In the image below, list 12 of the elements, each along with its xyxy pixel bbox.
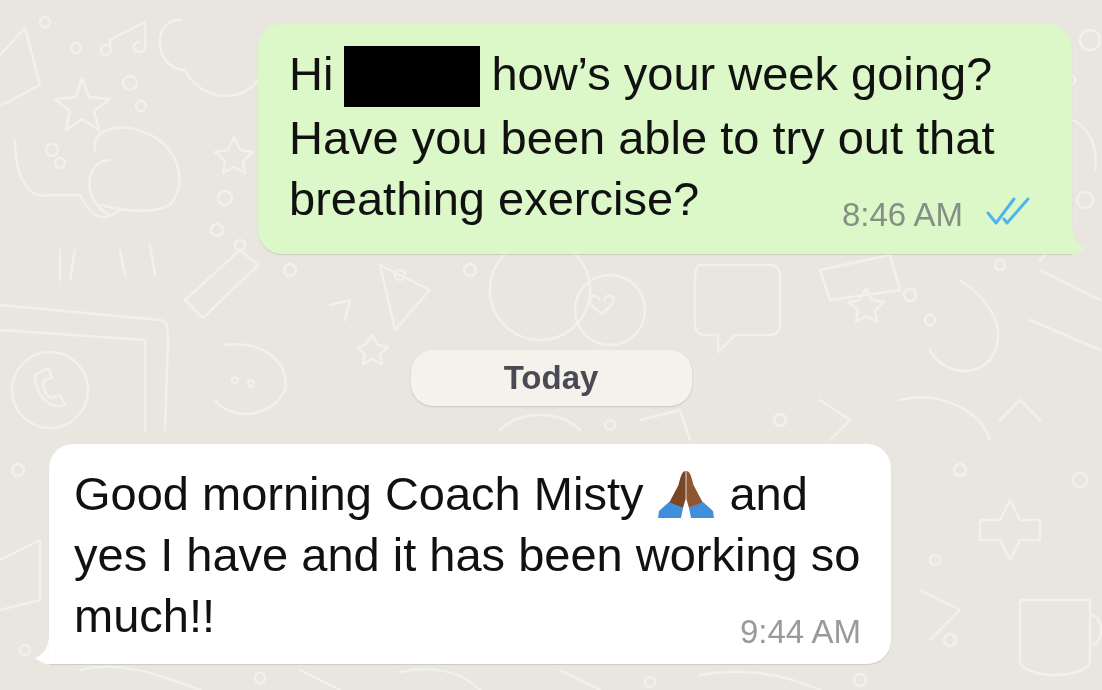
message-text: yes I have and it has been working so (74, 527, 861, 583)
message-text: and (729, 466, 808, 522)
praying-hands-icon (657, 469, 716, 518)
message-time: 8:46 AM (841, 198, 963, 232)
message-text: how’s your week going? (491, 46, 993, 102)
message-text: much!! (74, 588, 216, 644)
message-text: Have you been able to try out that (289, 110, 995, 166)
message-time: 9:44 AM (739, 615, 861, 649)
message-text: Hi (289, 46, 334, 102)
message-text: breathing exercise? (289, 171, 700, 227)
date-label: Today (410, 350, 692, 406)
message-text: Good morning Coach Misty (74, 466, 644, 522)
